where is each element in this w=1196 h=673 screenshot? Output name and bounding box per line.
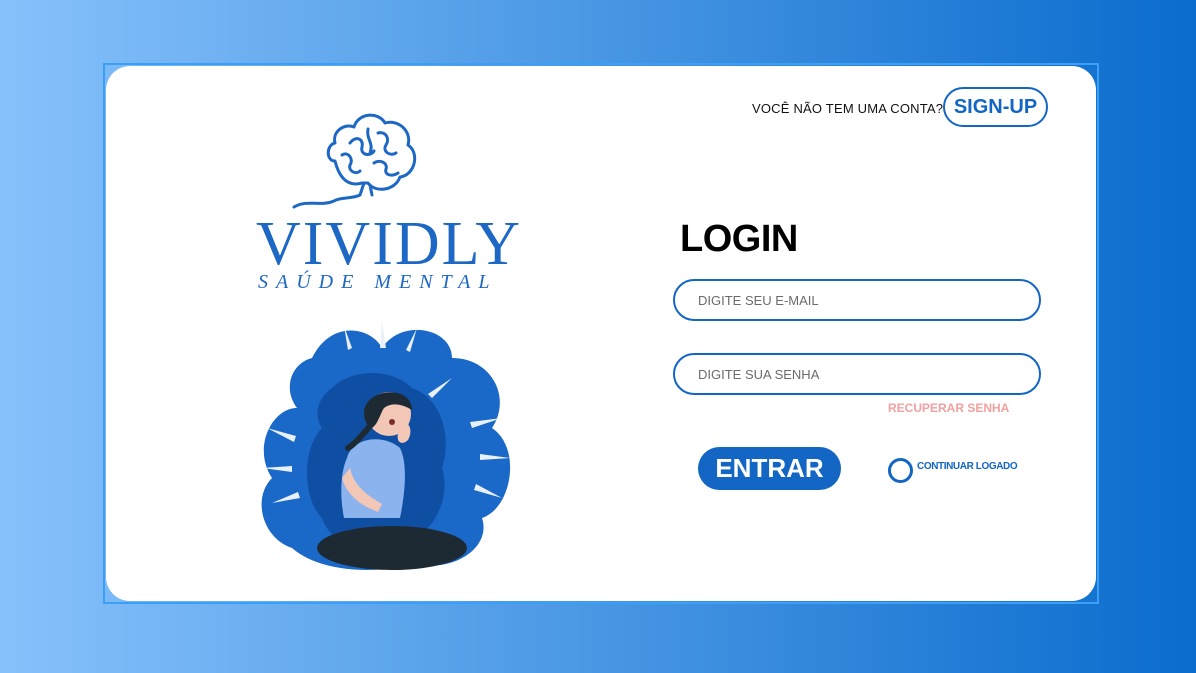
email-input[interactable] — [673, 279, 1041, 321]
brand-name: VIVIDLY — [256, 210, 523, 278]
recover-password-link[interactable]: RECUPERAR SENHA — [888, 401, 1009, 415]
brain-icon — [292, 113, 417, 209]
brand-tagline: SAÚDE MENTAL — [258, 271, 498, 293]
stay-logged-in-radio[interactable] — [888, 458, 913, 483]
signup-button[interactable]: SIGN-UP — [943, 87, 1048, 127]
anxious-woman-illustration — [261, 322, 511, 570]
signup-prompt-text: VOCÊ NÃO TEM UMA CONTA? — [752, 101, 944, 116]
password-input[interactable] — [673, 353, 1041, 395]
login-title: LOGIN — [680, 218, 798, 260]
stay-logged-in-label[interactable]: CONTINUAR LOGADO — [917, 461, 1018, 472]
enter-button[interactable]: ENTRAR — [698, 447, 841, 490]
